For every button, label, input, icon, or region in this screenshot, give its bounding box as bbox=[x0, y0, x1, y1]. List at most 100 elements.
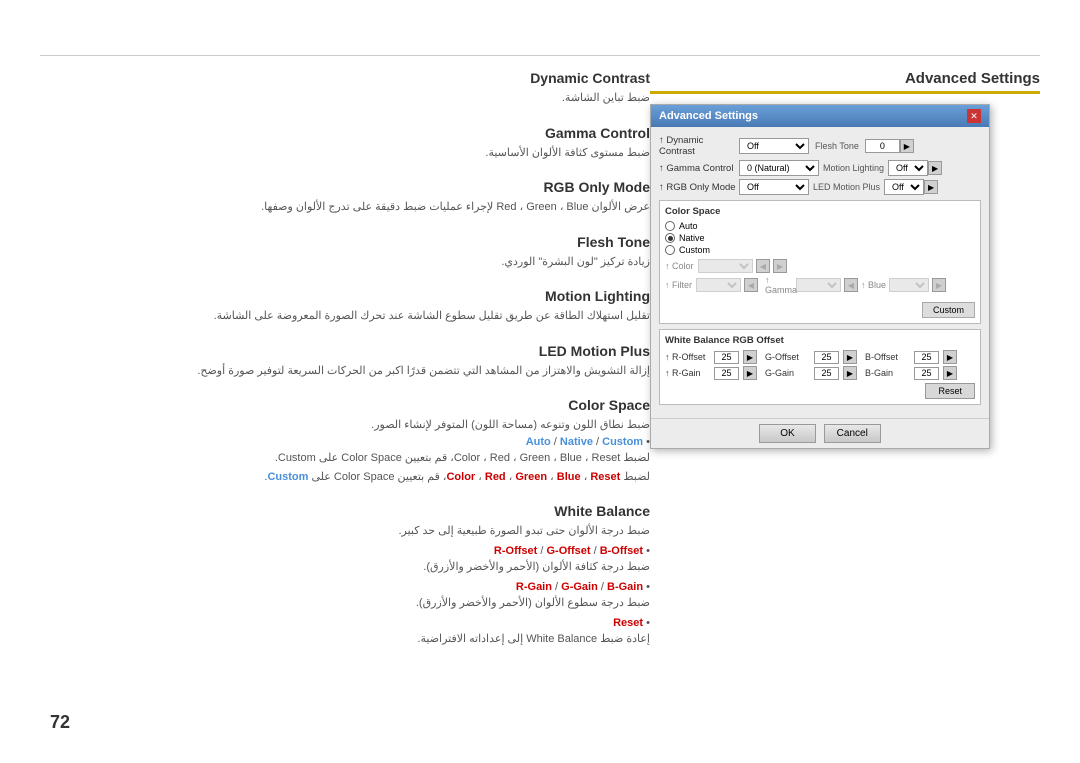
dialog-row-2: ↑ Gamma Control 0 (Natural) Motion Light… bbox=[659, 160, 981, 176]
wb-gain-row: ↑ R-Gain ▶ G-Gain ▶ B-Gain ▶ bbox=[665, 366, 975, 380]
g-offset-input[interactable] bbox=[814, 351, 839, 364]
dialog-titlebar: Advanced Settings ✕ bbox=[651, 105, 989, 127]
wb-offset-row: ↑ R-Offset ▶ G-Offset ▶ B-Offset ▶ bbox=[665, 350, 975, 364]
color-arrow-right: ▶ bbox=[773, 259, 787, 273]
gamma-arrow-left: ◀ bbox=[844, 278, 858, 292]
color-arrow-left: ◀ bbox=[756, 259, 770, 273]
custom-btn-row: Custom bbox=[665, 299, 975, 318]
label-flesh-tone-inline: Flesh Tone bbox=[815, 141, 859, 151]
section-desc-dynamic-contrast: ضبط تباين الشاشة. bbox=[50, 90, 650, 107]
dialog-close-button[interactable]: ✕ bbox=[967, 109, 981, 123]
control-gamma-control: 0 (Natural) Motion Lighting Off ▶ bbox=[739, 160, 981, 176]
left-content-area: Dynamic Contrast ضبط تباين الشاشة. Gamma… bbox=[50, 70, 650, 666]
section-wb-reset-line: Reset • bbox=[50, 615, 650, 632]
dialog-title-text: Advanced Settings bbox=[659, 110, 758, 122]
section-title-motion-lighting: Motion Lighting bbox=[50, 288, 650, 304]
section-flesh-tone: Flesh Tone زيادة تركيز "لون البشرة" الور… bbox=[50, 234, 650, 271]
led-motion-plus-arrow[interactable]: ▶ bbox=[924, 180, 938, 194]
section-wb-offset-desc: ضبط درجة كثافة الألوان (الأحمر والأخضر و… bbox=[50, 559, 650, 576]
section-title-gamma-control: Gamma Control bbox=[50, 125, 650, 141]
section-desc-rgb-only: عرض الألوان Red ، Green ، Blue لإجراء عم… bbox=[50, 199, 650, 216]
top-divider bbox=[40, 55, 1040, 56]
filter-arrow-left: ◀ bbox=[744, 278, 758, 292]
select-blue bbox=[889, 278, 929, 292]
r-offset-input[interactable] bbox=[714, 351, 739, 364]
cancel-button[interactable]: Cancel bbox=[824, 424, 881, 443]
section-rgb-only: RGB Only Mode عرض الألوان Red ، Green ، … bbox=[50, 179, 650, 216]
flesh-tone-arrow[interactable]: ▶ bbox=[900, 139, 914, 153]
page-number: 72 bbox=[50, 712, 70, 733]
r-gain-arrow[interactable]: ▶ bbox=[743, 366, 757, 380]
right-panel: Advanced Settings Advanced Settings ✕ ↑ … bbox=[650, 70, 1040, 449]
radio-label-custom: Custom bbox=[679, 245, 710, 255]
b-offset-input[interactable] bbox=[914, 351, 939, 364]
select-color bbox=[698, 259, 753, 273]
b-gain-input[interactable] bbox=[914, 367, 939, 380]
radio-custom[interactable]: Custom bbox=[665, 245, 975, 255]
radio-native[interactable]: Native bbox=[665, 233, 975, 243]
section-desc-flesh-tone: زيادة تركيز "لون البشرة" الوردي. bbox=[50, 254, 650, 271]
section-desc-led-motion-plus: إزالة التشويش والاهتزاز من المشاهد التي … bbox=[50, 363, 650, 380]
wb-title: White Balance RGB Offset bbox=[665, 335, 975, 346]
section-dynamic-contrast: Dynamic Contrast ضبط تباين الشاشة. bbox=[50, 70, 650, 107]
b-offset-arrow[interactable]: ▶ bbox=[943, 350, 957, 364]
section-title-rgb-only: RGB Only Mode bbox=[50, 179, 650, 195]
select-gamma-control[interactable]: 0 (Natural) bbox=[739, 160, 819, 176]
g-gain-input[interactable] bbox=[814, 367, 839, 380]
section-wb-gain-line: R-Gain / G-Gain / B-Gain • bbox=[50, 579, 650, 596]
advanced-settings-title: Advanced Settings bbox=[650, 70, 1040, 94]
motion-lighting-arrow[interactable]: ▶ bbox=[928, 161, 942, 175]
b-gain-arrow[interactable]: ▶ bbox=[943, 366, 957, 380]
color-space-label: Color Space bbox=[665, 206, 975, 217]
section-color-space: Color Space ضبط نطاق اللون وتنوعه (مساحة… bbox=[50, 397, 650, 485]
g-gain-arrow[interactable]: ▶ bbox=[843, 366, 857, 380]
wb-reset-row: Reset bbox=[665, 383, 975, 399]
color-space-section: Color Space Auto Native Custom ↑ Color bbox=[659, 200, 981, 324]
input-flesh-tone[interactable] bbox=[865, 139, 900, 153]
advanced-settings-dialog: Advanced Settings ✕ ↑ Dynamic Contrast O… bbox=[650, 104, 990, 449]
r-offset-label: ↑ R-Offset bbox=[665, 352, 710, 362]
radio-dot-custom bbox=[665, 245, 675, 255]
control-rgb-only-mode: Off LED Motion Plus Off ▶ bbox=[739, 179, 981, 195]
ok-button[interactable]: OK bbox=[759, 424, 815, 443]
g-offset-arrow[interactable]: ▶ bbox=[843, 350, 857, 364]
control-dynamic-contrast: Off Flesh Tone ▶ bbox=[739, 138, 981, 154]
filter-label: ↑ Filter bbox=[665, 280, 693, 290]
label-motion-lighting-inline: Motion Lighting bbox=[823, 163, 884, 173]
select-rgb-only-mode[interactable]: Off bbox=[739, 179, 809, 195]
r-offset-arrow[interactable]: ▶ bbox=[743, 350, 757, 364]
select-gamma bbox=[796, 278, 841, 292]
section-title-color-space: Color Space bbox=[50, 397, 650, 413]
auto-link: Auto bbox=[526, 436, 551, 448]
label-dynamic-contrast: ↑ Dynamic Contrast bbox=[659, 135, 739, 157]
radio-label-auto: Auto bbox=[679, 221, 698, 231]
g-gain-label: G-Gain bbox=[765, 368, 810, 378]
section-note-color-space-rtl: لضبط Color ، Red ، Green ، Blue ، Reset،… bbox=[50, 469, 650, 486]
radio-dot-auto bbox=[665, 221, 675, 231]
radio-label-native: Native bbox=[679, 233, 705, 243]
label-gamma-control: ↑ Gamma Control bbox=[659, 163, 739, 174]
select-led-motion-plus[interactable]: Off bbox=[884, 179, 924, 195]
r-gain-input[interactable] bbox=[714, 367, 739, 380]
section-desc-color-space: ضبط نطاق اللون وتنوعه (مساحة اللون) المت… bbox=[50, 417, 650, 434]
dialog-row-3: ↑ RGB Only Mode Off LED Motion Plus Off … bbox=[659, 179, 981, 195]
select-motion-lighting[interactable]: Off bbox=[888, 160, 928, 176]
section-motion-lighting: Motion Lighting تقليل استهلاك الطاقة عن … bbox=[50, 288, 650, 325]
g-offset-label: G-Offset bbox=[765, 352, 810, 362]
b-offset-label: B-Offset bbox=[865, 352, 910, 362]
select-dynamic-contrast[interactable]: Off bbox=[739, 138, 809, 154]
select-filter bbox=[696, 278, 741, 292]
color-controls-row2: ↑ Filter ◀ ↑ Gamma ◀ ↑ Blue ▶ bbox=[665, 275, 975, 295]
section-title-white-balance: White Balance bbox=[50, 503, 650, 519]
gamma-label: ↑ Gamma bbox=[765, 275, 793, 295]
b-gain-label: B-Gain bbox=[865, 368, 910, 378]
color-label: ↑ Color bbox=[665, 261, 695, 271]
radio-auto[interactable]: Auto bbox=[665, 221, 975, 231]
custom-button[interactable]: Custom bbox=[922, 302, 975, 318]
blue-arrow: ▶ bbox=[932, 278, 946, 292]
section-white-balance: White Balance ضبط درجة الألوان حتى تبدو … bbox=[50, 503, 650, 648]
section-wb-reset-desc: إعادة ضبط White Balance إلى إعداداته الا… bbox=[50, 631, 650, 648]
section-desc-gamma-control: ضبط مستوى كثافة الألوان الأساسية. bbox=[50, 145, 650, 162]
wb-reset-button[interactable]: Reset bbox=[925, 383, 975, 399]
dialog-body: ↑ Dynamic Contrast Off Flesh Tone ▶ ↑ Ga… bbox=[651, 127, 989, 418]
